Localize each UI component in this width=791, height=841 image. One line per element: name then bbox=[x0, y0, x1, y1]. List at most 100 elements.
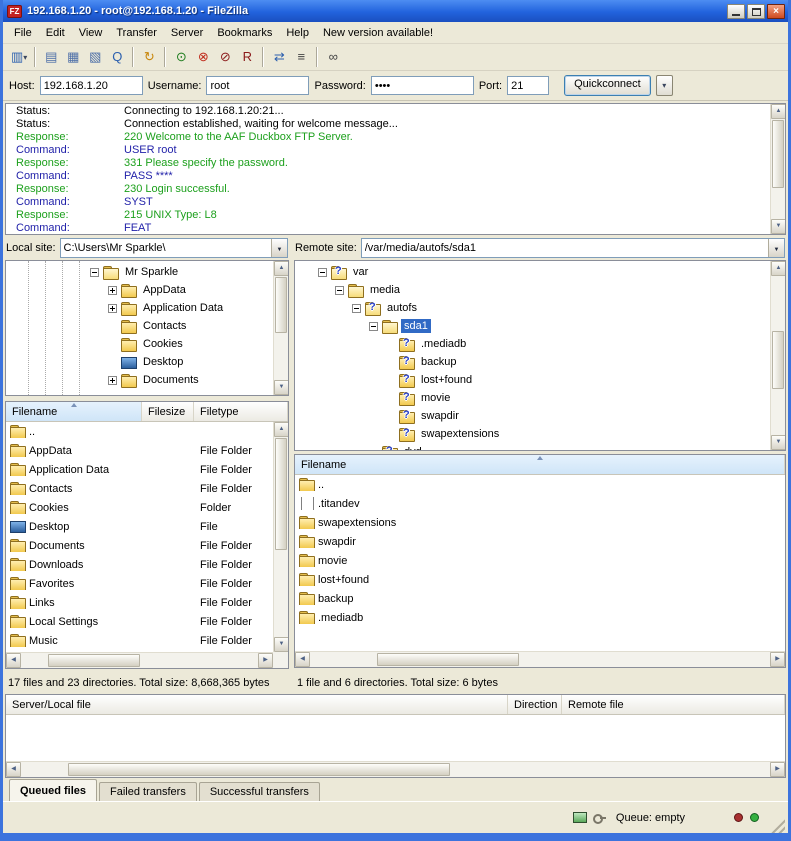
file-row[interactable]: MusicFile Folder bbox=[6, 631, 273, 650]
file-row[interactable]: FavoritesFile Folder bbox=[6, 574, 273, 593]
file-row[interactable]: swapextensions bbox=[295, 513, 785, 532]
tree-item-cookies[interactable]: Cookies bbox=[6, 335, 288, 353]
file-row[interactable]: DesktopFile bbox=[6, 517, 273, 536]
remote-list-hscrollbar[interactable] bbox=[295, 651, 785, 667]
menu-view[interactable]: View bbox=[72, 25, 110, 41]
toggle-queue-button[interactable]: Q bbox=[106, 46, 128, 68]
toggle-message-log-button[interactable]: ▤ bbox=[40, 46, 62, 68]
queue-hscrollbar[interactable] bbox=[6, 761, 785, 777]
menu-bookmarks[interactable]: Bookmarks bbox=[210, 25, 279, 41]
process-queue-button[interactable]: ⊙ bbox=[170, 46, 192, 68]
tab-failed-transfers[interactable]: Failed transfers bbox=[99, 782, 197, 801]
local-list-scrollbar[interactable] bbox=[273, 422, 288, 652]
remote-site-input[interactable] bbox=[362, 239, 768, 257]
quickconnect-button[interactable]: Quickconnect bbox=[564, 75, 651, 96]
column-header-filetype[interactable]: Filetype bbox=[194, 402, 288, 421]
tree-item-media[interactable]: media bbox=[295, 281, 785, 299]
tree-item-dvd[interactable]: ?dvd bbox=[295, 443, 785, 451]
collapse-icon[interactable] bbox=[90, 268, 99, 277]
column-header-filesize[interactable]: Filesize bbox=[142, 402, 194, 421]
scrollbar-thumb[interactable] bbox=[275, 277, 287, 333]
tree-item-lost-found[interactable]: ?lost+found bbox=[295, 371, 785, 389]
username-input[interactable] bbox=[206, 76, 309, 95]
tree-item-appdata[interactable]: AppData bbox=[6, 281, 288, 299]
toggle-remote-tree-button[interactable]: ▧ bbox=[84, 46, 106, 68]
scroll-right-button[interactable] bbox=[258, 653, 273, 668]
column-header-remote-file[interactable]: Remote file bbox=[562, 695, 785, 714]
menu-server[interactable]: Server bbox=[164, 25, 210, 41]
scroll-up-button[interactable] bbox=[274, 261, 289, 276]
file-row[interactable]: .. bbox=[6, 422, 273, 441]
tree-item-swapdir[interactable]: ?swapdir bbox=[295, 407, 785, 425]
scrollbar-thumb[interactable] bbox=[68, 763, 450, 776]
tree-item-documents[interactable]: Documents bbox=[6, 371, 288, 389]
collapse-icon[interactable] bbox=[335, 286, 344, 295]
local-site-combo[interactable] bbox=[60, 238, 288, 258]
file-row[interactable]: ContactsFile Folder bbox=[6, 479, 273, 498]
scroll-left-button[interactable] bbox=[6, 653, 21, 668]
expand-icon[interactable] bbox=[108, 376, 117, 385]
file-row[interactable]: .titandev bbox=[295, 494, 785, 513]
column-header-server-local-file[interactable]: Server/Local file bbox=[6, 695, 508, 714]
file-row[interactable]: AppDataFile Folder bbox=[6, 441, 273, 460]
file-row[interactable]: swapdir bbox=[295, 532, 785, 551]
scroll-right-button[interactable] bbox=[770, 652, 785, 667]
scroll-down-button[interactable] bbox=[771, 219, 786, 234]
file-row[interactable]: movie bbox=[295, 551, 785, 570]
tree-item-mediadb[interactable]: ?.mediadb bbox=[295, 335, 785, 353]
file-row[interactable]: CookiesFolder bbox=[6, 498, 273, 517]
disconnect-button[interactable]: ⊘ bbox=[214, 46, 236, 68]
scroll-down-button[interactable] bbox=[274, 637, 289, 652]
scroll-left-button[interactable] bbox=[295, 652, 310, 667]
minimize-button[interactable] bbox=[727, 4, 745, 19]
collapse-icon[interactable] bbox=[318, 268, 327, 277]
scrollbar-thumb[interactable] bbox=[377, 653, 519, 666]
scrollbar-thumb[interactable] bbox=[275, 438, 287, 550]
tree-item-application-data[interactable]: Application Data bbox=[6, 299, 288, 317]
local-list-hscrollbar[interactable] bbox=[6, 652, 273, 668]
tree-item-contacts[interactable]: Contacts bbox=[6, 317, 288, 335]
remote-tree-scrollbar[interactable] bbox=[770, 261, 785, 450]
port-input[interactable] bbox=[507, 76, 549, 95]
directory-comparison-button[interactable]: ≡ bbox=[290, 46, 312, 68]
cancel-button[interactable]: ⊗ bbox=[192, 46, 214, 68]
scroll-down-button[interactable] bbox=[771, 435, 786, 450]
column-header-filename[interactable]: Filename bbox=[295, 455, 785, 474]
refresh-button[interactable]: ↻ bbox=[138, 46, 160, 68]
collapse-icon[interactable] bbox=[369, 322, 378, 331]
menu-edit[interactable]: Edit bbox=[39, 25, 72, 41]
file-row[interactable]: .mediadb bbox=[295, 608, 785, 627]
scroll-up-button[interactable] bbox=[771, 261, 786, 276]
file-row[interactable]: .. bbox=[295, 475, 785, 494]
tree-item-mr-sparkle[interactable]: Mr Sparkle bbox=[6, 263, 288, 281]
tree-item-desktop[interactable]: Desktop bbox=[6, 353, 288, 371]
column-header-filename[interactable]: Filename bbox=[6, 402, 142, 421]
file-row[interactable]: lost+found bbox=[295, 570, 785, 589]
tree-item-sda1[interactable]: sda1 bbox=[295, 317, 785, 335]
scroll-up-button[interactable] bbox=[274, 422, 289, 437]
host-input[interactable] bbox=[40, 76, 143, 95]
reconnect-button[interactable]: R bbox=[236, 46, 258, 68]
scrollbar-thumb[interactable] bbox=[48, 654, 140, 667]
tree-item-backup[interactable]: ?backup bbox=[295, 353, 785, 371]
file-row[interactable]: LinksFile Folder bbox=[6, 593, 273, 612]
remote-site-dropdown-button[interactable] bbox=[768, 239, 784, 257]
column-header-direction[interactable]: Direction bbox=[508, 695, 562, 714]
site-manager-button[interactable]: ▥ bbox=[8, 46, 30, 68]
quickconnect-dropdown-button[interactable] bbox=[656, 75, 673, 96]
tree-item-var[interactable]: ?var bbox=[295, 263, 785, 281]
tab-successful-transfers[interactable]: Successful transfers bbox=[199, 782, 320, 801]
file-row[interactable]: Local SettingsFile Folder bbox=[6, 612, 273, 631]
file-row[interactable]: DownloadsFile Folder bbox=[6, 555, 273, 574]
local-site-input[interactable] bbox=[61, 239, 271, 257]
scrollbar-thumb[interactable] bbox=[772, 331, 784, 389]
tab-queued-files[interactable]: Queued files bbox=[9, 779, 97, 801]
expand-icon[interactable] bbox=[108, 304, 117, 313]
menu-transfer[interactable]: Transfer bbox=[109, 25, 164, 41]
scroll-up-button[interactable] bbox=[771, 104, 786, 119]
scroll-right-button[interactable] bbox=[770, 762, 785, 777]
find-button[interactable]: ∞ bbox=[322, 46, 344, 68]
scroll-left-button[interactable] bbox=[6, 762, 21, 777]
log-scrollbar[interactable] bbox=[770, 104, 785, 234]
file-row[interactable]: backup bbox=[295, 589, 785, 608]
